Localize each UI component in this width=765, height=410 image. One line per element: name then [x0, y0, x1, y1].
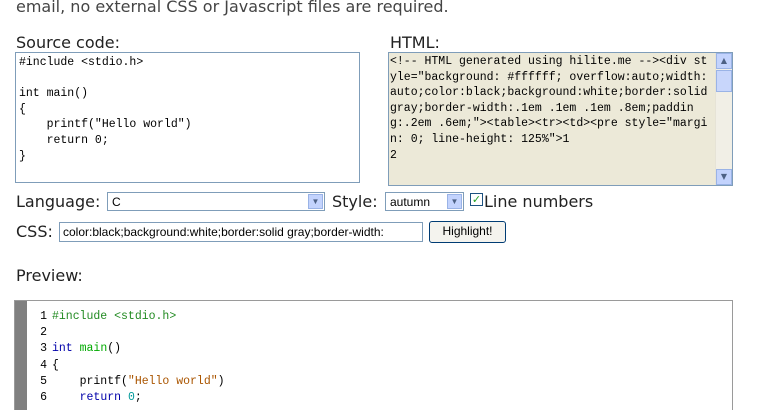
line-number: 3 [40, 342, 47, 356]
html-output-scrollbar[interactable]: ▲ ▼ [715, 53, 732, 185]
arrow-down-icon[interactable]: ▼ [716, 169, 732, 185]
code-token: "Hello world" [127, 374, 218, 388]
code-token: () [107, 342, 122, 356]
preview-code-line: 4{ [32, 358, 225, 374]
css-input[interactable]: color:black;background:white;border:soli… [59, 222, 423, 242]
preview-code-line: 1 #include <stdio.h> [32, 309, 225, 325]
language-select[interactable]: C ▼ [107, 192, 325, 211]
preview-pane: 1 #include <stdio.h> 2 3 int main() 4{5 print… [14, 300, 733, 410]
source-code-textarea[interactable]: #include <stdio.h> int main() { printf("… [15, 52, 360, 183]
code-token: ) [217, 374, 225, 388]
code-token: int [52, 342, 73, 356]
source-code-label: Source code: [16, 33, 121, 52]
style-label: Style: [332, 192, 378, 211]
code-token: printf( [52, 374, 128, 388]
code-token: 0 [127, 390, 135, 404]
highlight-button[interactable]: Highlight! [429, 221, 506, 243]
html-output-textarea[interactable]: <!-- HTML generated using hilite.me --><… [388, 52, 733, 186]
preview-code-line: 5 printf("Hello world") [32, 374, 225, 390]
code-token: return [79, 390, 122, 404]
intro-text: email, no external CSS or Javascript fil… [16, 0, 449, 16]
code-token: #include <stdio.h> [52, 310, 177, 323]
line-number: 4 [40, 358, 47, 372]
preview-border-bar [15, 301, 27, 410]
scrollbar-thumb[interactable] [716, 70, 732, 92]
language-label: Language: [16, 192, 101, 211]
style-select[interactable]: autumn ▼ [385, 192, 464, 211]
preview-code: 1 #include <stdio.h> 2 3 int main() 4{5 print… [32, 309, 225, 406]
css-label: CSS: [16, 222, 53, 241]
code-token: { [52, 358, 59, 372]
preview-code-line: 3 int main() [32, 341, 225, 357]
line-number: 2 [40, 326, 47, 340]
preview-label: Preview: [16, 266, 83, 285]
style-value: autumn [390, 195, 431, 209]
chevron-down-icon[interactable]: ▼ [308, 194, 323, 209]
preview-code-line: 6 return 0; [32, 390, 225, 406]
code-token: main [79, 342, 108, 356]
html-output-label: HTML: [390, 33, 440, 52]
preview-code-line: 2 [32, 325, 225, 341]
line-numbers-label[interactable]: Line numbers [484, 192, 593, 211]
html-output-text: <!-- HTML generated using hilite.me --><… [390, 55, 708, 162]
arrow-up-icon[interactable]: ▲ [716, 53, 732, 69]
line-numbers-checkbox[interactable]: ✓ [470, 193, 483, 206]
line-number: 5 [40, 374, 47, 388]
chevron-down-icon[interactable]: ▼ [447, 194, 462, 209]
checkmark-icon: ✓ [471, 193, 482, 206]
code-token: ; [134, 390, 142, 404]
language-value: C [112, 195, 121, 209]
line-number: 1 [40, 310, 47, 323]
line-number: 6 [40, 390, 47, 404]
